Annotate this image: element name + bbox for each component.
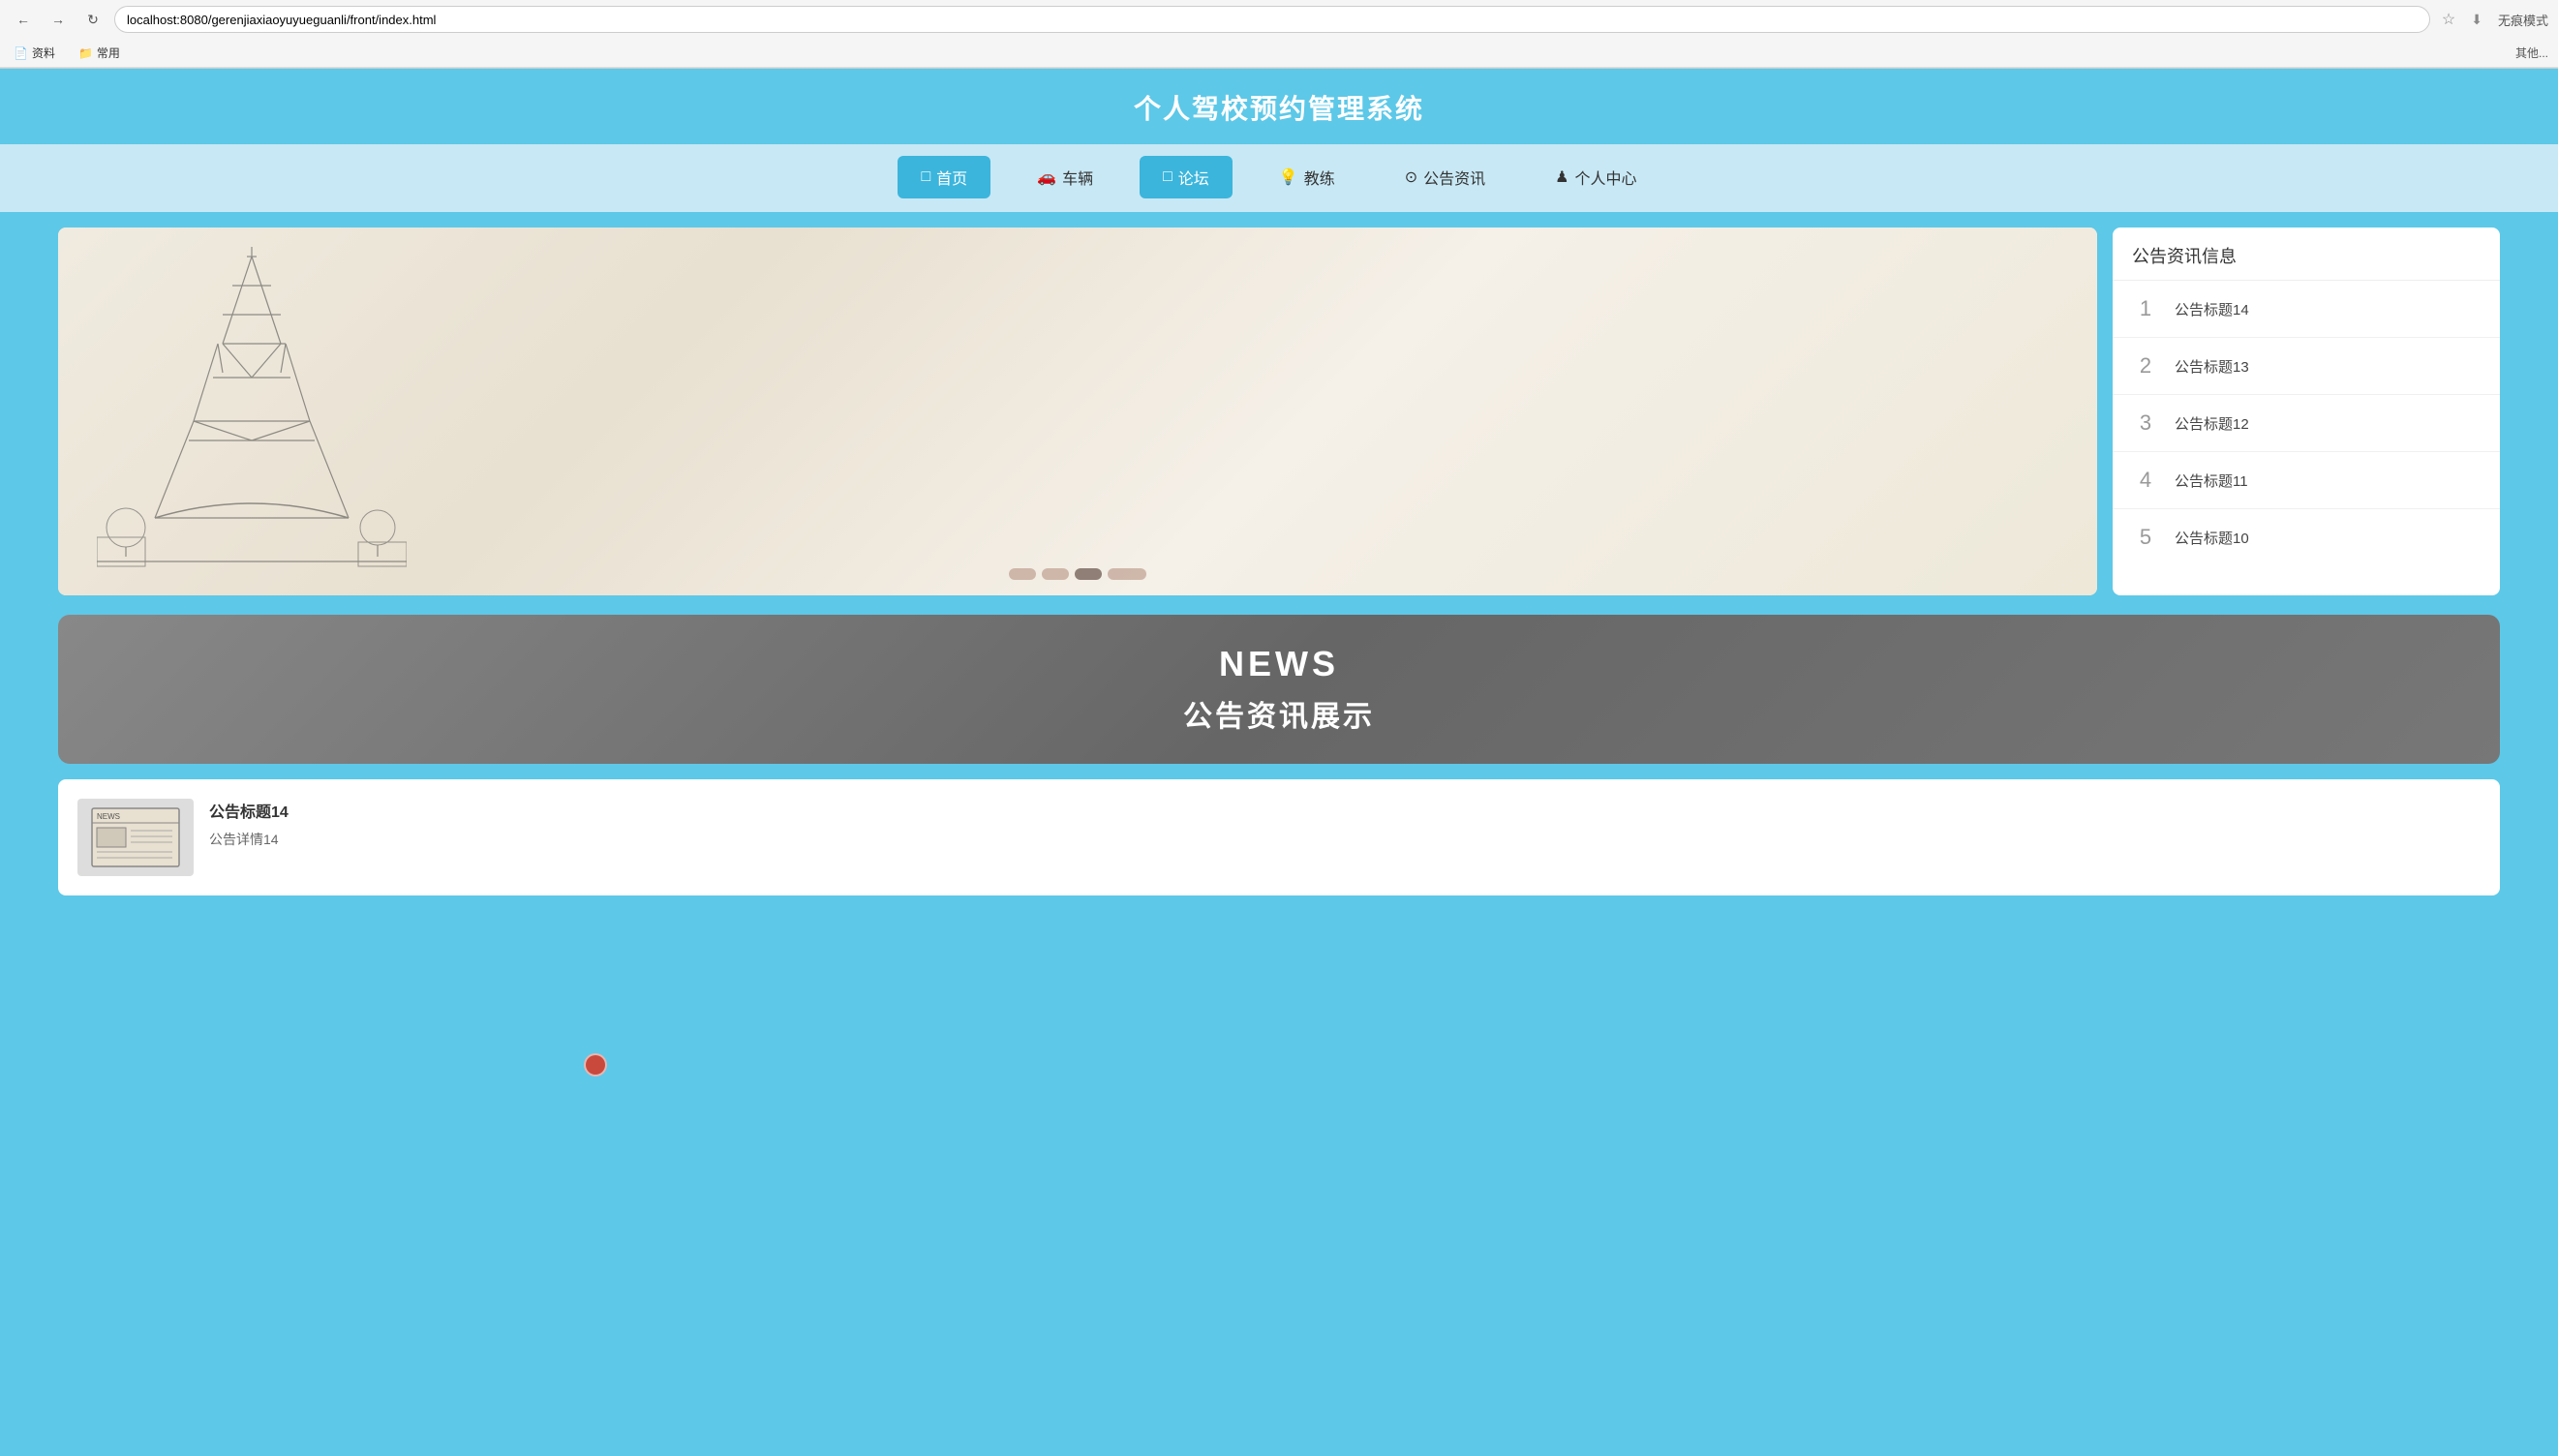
back-button[interactable]: ← <box>10 6 37 33</box>
carousel-dot-2[interactable] <box>1042 568 1069 580</box>
bookmarks-bar: 📄 资料 📁 常用 其他... <box>0 39 2558 68</box>
announcement-text-3: 公告标题12 <box>2175 413 2249 434</box>
announcement-num-2: 2 <box>2132 353 2159 379</box>
nav-forum[interactable]: □ 论坛 <box>1140 156 1233 198</box>
nav-home[interactable]: □ 首页 <box>898 156 990 198</box>
main-content: 公告资讯信息 1 公告标题14 2 公告标题13 3 公告标题12 4 公告标题… <box>0 212 2558 615</box>
announcement-num-1: 1 <box>2132 296 2159 321</box>
browser-toolbar: ← → ↻ ☆ ⬇ 无痕模式 <box>0 0 2558 39</box>
address-bar[interactable] <box>114 6 2430 33</box>
news-detail: 公告详情14 <box>209 830 2481 849</box>
refresh-button[interactable]: ↻ <box>79 6 107 33</box>
announcement-num-3: 3 <box>2132 410 2159 436</box>
news-banner: NEWS 公告资讯展示 <box>58 615 2500 764</box>
browser-chrome: ← → ↻ ☆ ⬇ 无痕模式 📄 资料 📁 常用 其他... <box>0 0 2558 69</box>
announcement-text-1: 公告标题14 <box>2175 299 2249 319</box>
page-header: 个人驾校预约管理系统 <box>0 69 2558 144</box>
nav-vehicle[interactable]: 🚗 车辆 <box>1014 156 1116 198</box>
other-bookmarks-label[interactable]: 其他... <box>2515 45 2548 61</box>
announcement-item-5[interactable]: 5 公告标题10 <box>2113 509 2500 565</box>
nav-coach-label: 教练 <box>1304 166 1335 189</box>
download-icon[interactable]: ⬇ <box>2467 8 2486 32</box>
announcement-num-5: 5 <box>2132 525 2159 550</box>
profile-icon: ♟ <box>1555 167 1568 187</box>
nav-forum-label: 论坛 <box>1178 166 1209 189</box>
nav-profile-label: 个人中心 <box>1575 166 1637 189</box>
site-title: 个人驾校预约管理系统 <box>0 88 2558 127</box>
bookmark-star-icon[interactable]: ☆ <box>2438 6 2459 33</box>
news-english-label: NEWS <box>87 644 2471 684</box>
bookmark-item-ziliao[interactable]: 📄 资料 <box>10 43 59 63</box>
bookmark-item-changyong[interactable]: 📁 常用 <box>75 43 124 63</box>
nav-news-label: 公告资讯 <box>1423 166 1485 189</box>
nav-coach[interactable]: 💡 教练 <box>1256 156 1358 198</box>
vehicle-icon: 🚗 <box>1037 167 1056 187</box>
nav-bar: □ 首页 🚗 车辆 □ 论坛 💡 教练 ⊙ 公告资讯 ♟ 个人中心 <box>0 144 2558 212</box>
eiffel-tower-illustration <box>97 247 407 576</box>
announcement-item-2[interactable]: 2 公告标题13 <box>2113 338 2500 395</box>
news-thumbnail: NEWS <box>77 799 194 876</box>
forum-icon: □ <box>1163 168 1172 186</box>
news-section: NEWS 公告资讯展示 NEWS 公告标题14 公告详情14 <box>58 615 2500 895</box>
announcement-num-4: 4 <box>2132 468 2159 493</box>
announcement-item-3[interactable]: 3 公告标题12 <box>2113 395 2500 452</box>
newspaper-icon: NEWS <box>87 804 184 871</box>
announcement-text-5: 公告标题10 <box>2175 528 2249 548</box>
announcement-sidebar: 公告资讯信息 1 公告标题14 2 公告标题13 3 公告标题12 4 公告标题… <box>2113 228 2500 595</box>
carousel-dot-1[interactable] <box>1009 568 1036 580</box>
bookmark-label: 常用 <box>97 45 120 61</box>
announcement-item-4[interactable]: 4 公告标题11 <box>2113 452 2500 509</box>
news-content: 公告标题14 公告详情14 <box>209 799 2481 849</box>
nav-news[interactable]: ⊙ 公告资讯 <box>1382 156 1508 198</box>
hero-image <box>58 228 2097 595</box>
coach-icon: 💡 <box>1279 167 1298 187</box>
news-icon: ⊙ <box>1405 167 1417 187</box>
nav-profile[interactable]: ♟ 个人中心 <box>1532 156 1660 198</box>
announcement-item-1[interactable]: 1 公告标题14 <box>2113 281 2500 338</box>
carousel-dot-4[interactable] <box>1108 568 1146 580</box>
home-icon: □ <box>921 168 930 186</box>
carousel-dot-3[interactable] <box>1075 568 1102 580</box>
bookmark-folder-icon: 📁 <box>78 46 93 60</box>
nav-vehicle-label: 车辆 <box>1062 166 1093 189</box>
announcement-text-2: 公告标题13 <box>2175 356 2249 377</box>
nav-home-label: 首页 <box>936 166 967 189</box>
hero-section <box>58 228 2097 595</box>
svg-text:NEWS: NEWS <box>97 812 120 821</box>
cursor <box>584 1053 607 1077</box>
news-items-container: NEWS 公告标题14 公告详情14 <box>58 779 2500 895</box>
announcement-sidebar-title: 公告资讯信息 <box>2113 228 2500 281</box>
mode-label: 无痕模式 <box>2498 11 2548 29</box>
news-title: 公告标题14 <box>209 799 2481 822</box>
bookmark-label: 资料 <box>32 45 55 61</box>
forward-button[interactable]: → <box>45 6 72 33</box>
bookmark-icon: 📄 <box>14 46 28 60</box>
news-chinese-label: 公告资讯展示 <box>87 692 2471 735</box>
carousel-dots <box>1009 568 1146 580</box>
announcement-text-4: 公告标题11 <box>2175 470 2248 491</box>
